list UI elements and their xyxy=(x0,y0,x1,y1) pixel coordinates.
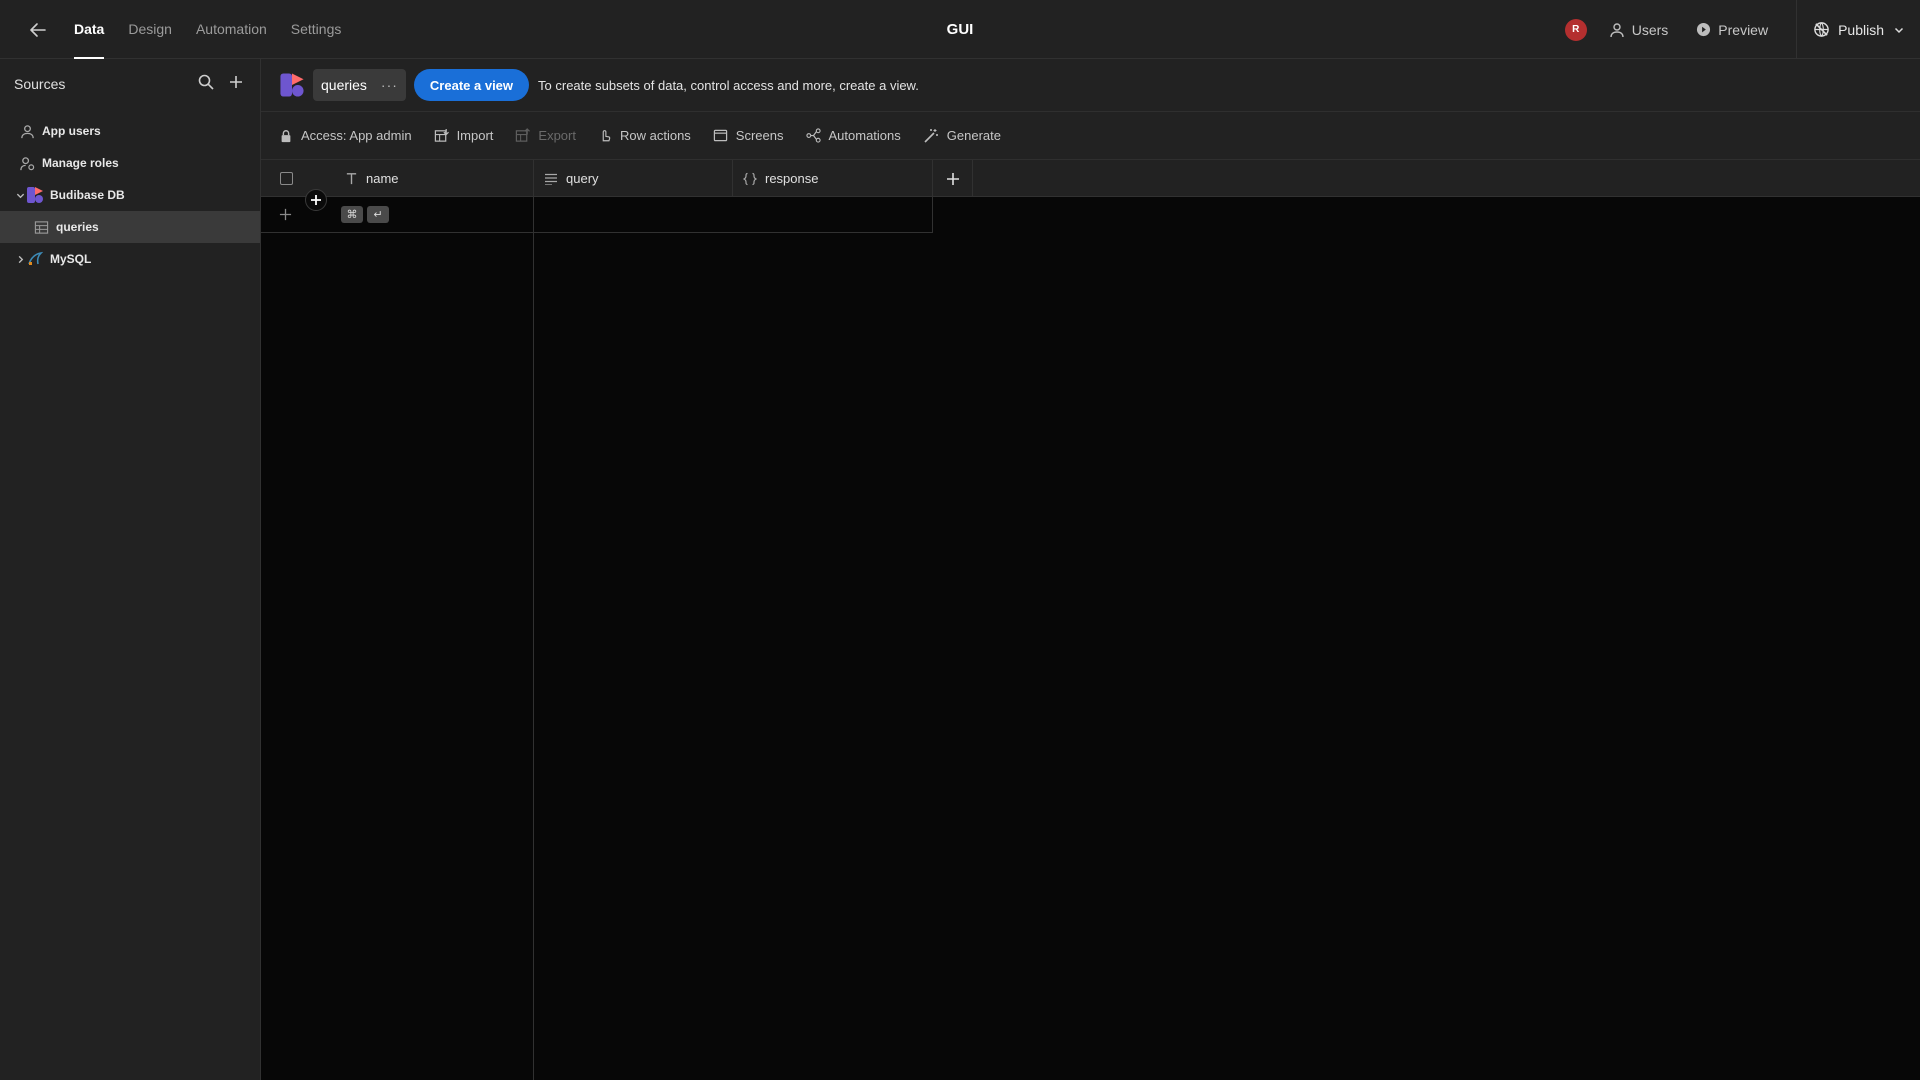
more-options-icon[interactable]: ··· xyxy=(381,77,398,93)
roles-icon xyxy=(18,154,36,172)
search-icon[interactable] xyxy=(198,74,214,90)
sidebar-item-queries[interactable]: queries xyxy=(0,211,260,243)
globe-off-icon xyxy=(1814,22,1829,37)
screen-icon xyxy=(713,129,727,142)
publish-button[interactable]: Publish xyxy=(1813,21,1904,38)
plus-icon xyxy=(311,195,321,205)
table-tab-queries[interactable]: queries ··· xyxy=(313,69,406,101)
users-icon xyxy=(1610,22,1624,37)
json-icon xyxy=(743,172,757,185)
play-icon xyxy=(1697,22,1711,37)
header-actions: R Users Preview Publish xyxy=(1564,0,1920,59)
table-toolbar: Access: App admin Import Export Row acti… xyxy=(261,111,1920,160)
select-all-checkbox[interactable] xyxy=(280,172,293,185)
cmd-key-hint: ⌘ xyxy=(341,206,363,223)
sidebar-item-label: MySQL xyxy=(50,252,92,266)
add-row-button[interactable] xyxy=(305,189,327,211)
automations-label: Automations xyxy=(828,128,901,143)
avatar[interactable]: R xyxy=(1564,18,1587,41)
add-source-icon[interactable] xyxy=(228,74,244,90)
export-icon xyxy=(516,128,531,142)
tab-data[interactable]: Data xyxy=(74,0,105,59)
create-view-hint: To create subsets of data, control acces… xyxy=(538,77,919,93)
pointer-icon xyxy=(602,130,611,142)
data-grid: name query response ⌘ ↵ xyxy=(261,160,1920,1080)
create-view-button[interactable]: Create a view xyxy=(413,69,530,101)
column-name-label: response xyxy=(765,171,819,186)
row-actions-button[interactable]: Row actions xyxy=(598,128,691,143)
mysql-icon xyxy=(26,250,44,268)
sources-tree: App users Manage roles Budibase DB queri… xyxy=(0,115,260,275)
users-button[interactable]: Users xyxy=(1609,21,1669,38)
sources-sidebar: Sources App users Manage roles Budibase … xyxy=(0,59,261,1080)
column-header-query[interactable]: query xyxy=(533,160,733,197)
tab-design[interactable]: Design xyxy=(128,0,172,59)
table-icon xyxy=(32,218,50,236)
sidebar-item-mysql[interactable]: MySQL xyxy=(0,243,260,275)
user-icon xyxy=(18,122,36,140)
sidebar-title: Sources xyxy=(14,76,66,92)
table-tabs-bar: queries ··· Create a view To create subs… xyxy=(261,59,1920,111)
import-button[interactable]: Import xyxy=(434,128,494,143)
top-bar: Data Design Automation Settings GUI R Us… xyxy=(0,0,1920,59)
sidebar-header: Sources xyxy=(0,59,260,109)
column-name-label: query xyxy=(566,171,599,186)
back-arrow-icon[interactable] xyxy=(26,18,50,42)
add-column-button[interactable] xyxy=(933,160,973,197)
access-label: Access: App admin xyxy=(301,128,412,143)
screens-label: Screens xyxy=(735,128,784,143)
grid-header: name query response xyxy=(261,160,1920,197)
longform-text-icon xyxy=(545,173,557,185)
sidebar-item-manage-roles[interactable]: Manage roles xyxy=(0,147,260,179)
preview-button[interactable]: Preview xyxy=(1696,22,1768,38)
preview-label: Preview xyxy=(1718,21,1769,38)
budibase-logo-icon xyxy=(279,72,305,98)
sidebar-item-label: queries xyxy=(56,220,99,234)
screens-button[interactable]: Screens xyxy=(713,128,784,143)
column-header-name[interactable]: name xyxy=(261,160,533,197)
budibase-logo-icon xyxy=(26,186,44,204)
enter-key-hint: ↵ xyxy=(367,206,389,223)
column-header-response[interactable]: response xyxy=(733,160,933,197)
tab-automation[interactable]: Automation xyxy=(196,0,267,59)
chevron-down-icon xyxy=(1894,27,1904,33)
magic-wand-icon xyxy=(924,128,938,143)
chevron-right-icon[interactable] xyxy=(14,255,26,264)
sidebar-item-budibase-db[interactable]: Budibase DB xyxy=(0,179,260,211)
chevron-down-icon[interactable] xyxy=(14,191,26,200)
import-label: Import xyxy=(456,128,494,143)
plus-icon xyxy=(946,172,959,185)
sidebar-item-label: App users xyxy=(42,124,101,138)
add-row-icon[interactable] xyxy=(279,208,292,221)
lock-icon xyxy=(281,129,291,142)
nav-tabs: Data Design Automation Settings xyxy=(74,0,365,59)
row-actions-label: Row actions xyxy=(619,128,691,143)
generate-label: Generate xyxy=(946,128,1001,143)
automation-icon xyxy=(805,128,821,143)
column-name-label: name xyxy=(366,171,399,186)
text-type-icon xyxy=(346,173,357,185)
column-divider xyxy=(533,197,534,1080)
users-label: Users xyxy=(1631,21,1669,38)
export-button[interactable]: Export xyxy=(515,128,576,143)
import-icon xyxy=(434,128,449,142)
sidebar-item-app-users[interactable]: App users xyxy=(0,115,260,147)
tab-settings[interactable]: Settings xyxy=(291,0,342,59)
access-button[interactable]: Access: App admin xyxy=(279,128,412,143)
export-label: Export xyxy=(538,128,576,143)
sidebar-item-label: Manage roles xyxy=(42,156,119,170)
publish-label: Publish xyxy=(1838,21,1884,38)
publish-area: Publish xyxy=(1796,0,1920,59)
generate-button[interactable]: Generate xyxy=(923,128,1001,144)
main-content: queries ··· Create a view To create subs… xyxy=(261,59,1920,1080)
sidebar-item-label: Budibase DB xyxy=(50,188,125,202)
table-tab-label: queries xyxy=(321,77,367,93)
automations-button[interactable]: Automations xyxy=(805,128,901,143)
